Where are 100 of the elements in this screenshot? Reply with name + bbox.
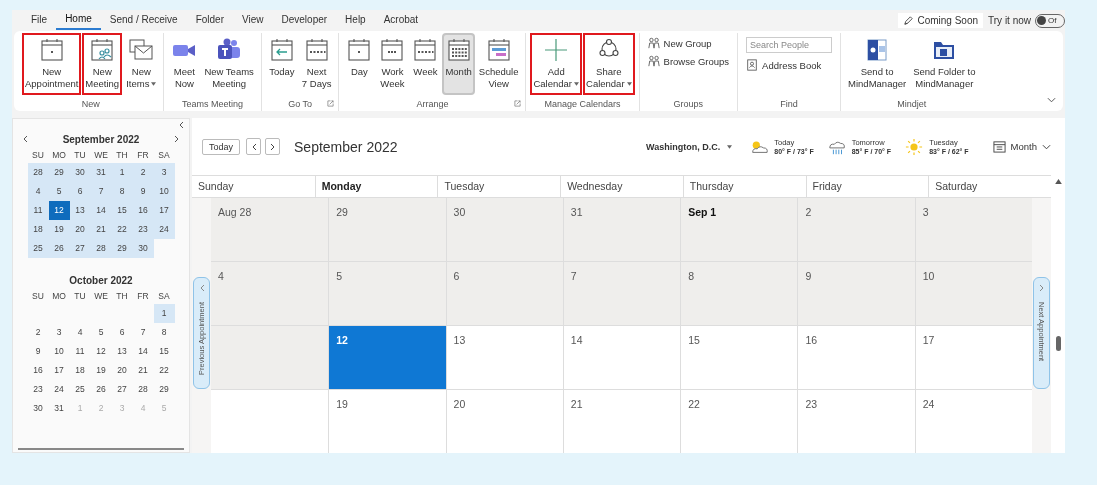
date-cell[interactable]: 17 xyxy=(153,201,175,220)
date-cell[interactable]: 30 xyxy=(132,239,154,258)
date-cell[interactable]: 31 xyxy=(48,399,70,418)
collapse-icon[interactable] xyxy=(178,121,184,129)
date-cell[interactable]: 7 xyxy=(90,182,112,201)
ribbon-button[interactable]: Month xyxy=(442,33,475,95)
next-icon[interactable] xyxy=(174,135,180,143)
date-cell[interactable]: 8 xyxy=(111,182,133,201)
date-cell[interactable]: 15 xyxy=(153,342,175,361)
location-dropdown[interactable]: Washington, D.C. xyxy=(646,141,733,152)
date-cell[interactable]: 30 xyxy=(27,399,49,418)
date-cell[interactable]: 26 xyxy=(90,380,112,399)
date-cell[interactable]: 14 xyxy=(132,342,154,361)
day-cell[interactable]: Aug 28 xyxy=(211,198,329,261)
date-cell[interactable]: 23 xyxy=(132,220,154,239)
day-cell[interactable]: Sep 1 xyxy=(680,198,798,261)
ribbon-button[interactable]: Meet Now xyxy=(168,33,201,95)
day-cell[interactable]: 8 xyxy=(680,262,798,325)
date-cell[interactable]: 3 xyxy=(48,323,70,342)
day-cell[interactable]: 5 xyxy=(328,262,446,325)
date-cell[interactable]: 4 xyxy=(27,182,49,201)
previous-button[interactable] xyxy=(246,138,262,155)
day-cell[interactable]: 2 xyxy=(797,198,915,261)
date-cell[interactable]: 27 xyxy=(69,239,91,258)
day-cell[interactable]: 31 xyxy=(562,198,681,261)
ribbon-tab[interactable]: Help xyxy=(336,12,375,29)
date-cell[interactable]: 24 xyxy=(153,220,175,239)
date-cell[interactable]: 22 xyxy=(153,361,175,380)
date-cell[interactable]: 29 xyxy=(153,380,175,399)
date-cell[interactable]: 21 xyxy=(132,361,154,380)
date-cell[interactable]: 25 xyxy=(69,380,91,399)
date-cell[interactable]: 14 xyxy=(90,201,112,220)
ribbon-tab[interactable]: View xyxy=(233,12,273,29)
scrollbar-thumb[interactable] xyxy=(1055,336,1061,351)
ribbon-tab[interactable]: File xyxy=(22,12,57,29)
date-cell[interactable]: 17 xyxy=(48,361,70,380)
date-cell[interactable]: 21 xyxy=(90,220,112,239)
day-cell[interactable]: 29 xyxy=(328,198,446,261)
scroll-up-icon[interactable] xyxy=(1054,179,1062,184)
date-cell[interactable]: 10 xyxy=(48,342,70,361)
ribbon-button[interactable]: New Appointment xyxy=(22,33,82,95)
day-cell[interactable]: 7 xyxy=(562,262,681,325)
date-cell[interactable]: 16 xyxy=(132,201,154,220)
date-cell[interactable]: 24 xyxy=(48,380,70,399)
ribbon-tab[interactable]: Send / Receive xyxy=(100,12,187,29)
date-cell[interactable]: 15 xyxy=(111,201,133,220)
previous-icon[interactable] xyxy=(22,135,28,143)
date-cell[interactable]: 9 xyxy=(27,342,49,361)
ribbon-button[interactable]: Day xyxy=(343,33,376,95)
day-cell[interactable] xyxy=(211,326,329,389)
ribbon-button[interactable]: Work Week xyxy=(376,33,409,95)
ribbon-button[interactable]: Schedule View xyxy=(475,33,522,95)
day-cell[interactable]: 6 xyxy=(445,262,563,325)
date-cell[interactable]: 2 xyxy=(27,323,49,342)
ribbon-button[interactable]: Week xyxy=(409,33,442,95)
date-cell[interactable]: 6 xyxy=(111,323,133,342)
date-cell[interactable]: 30 xyxy=(69,163,91,182)
launcher-icon[interactable] xyxy=(514,100,522,107)
date-cell[interactable]: 4 xyxy=(69,323,91,342)
date-cell[interactable]: 10 xyxy=(153,182,175,201)
day-cell[interactable]: 4 xyxy=(211,262,329,325)
ribbon-button[interactable]: Share Calendar xyxy=(583,33,635,95)
date-cell[interactable]: 5 xyxy=(48,182,70,201)
ribbon-button[interactable]: Send Folder to MindManager xyxy=(910,33,979,95)
ribbon-button[interactable]: Next 7 Days xyxy=(298,33,335,95)
date-cell[interactable]: 31 xyxy=(90,163,112,182)
date-cell[interactable]: 25 xyxy=(27,239,49,258)
chevron-icon[interactable] xyxy=(1047,97,1056,103)
date-cell[interactable]: 2 xyxy=(132,163,154,182)
view-dropdown[interactable]: Month xyxy=(992,140,1051,153)
date-cell[interactable]: 5 xyxy=(90,323,112,342)
date-cell[interactable]: 6 xyxy=(69,182,91,201)
date-cell[interactable]: 28 xyxy=(90,239,112,258)
day-cell[interactable]: 3 xyxy=(914,198,1032,261)
date-cell[interactable]: 11 xyxy=(69,342,91,361)
day-cell[interactable]: 12 xyxy=(328,326,446,389)
ribbon-tab[interactable]: Folder xyxy=(186,12,233,29)
day-cell[interactable]: 30 xyxy=(445,198,563,261)
day-cell[interactable]: 10 xyxy=(914,262,1032,325)
ribbon-button[interactable]: Today xyxy=(265,33,298,95)
date-cell[interactable]: 7 xyxy=(132,323,154,342)
ribbon-button[interactable]: New Meeting xyxy=(82,33,123,95)
date-cell[interactable]: 18 xyxy=(27,220,49,239)
date-cell[interactable]: 28 xyxy=(132,380,154,399)
ribbon-small-button[interactable]: Address Book xyxy=(746,59,833,71)
ribbon-small-button[interactable]: New Group xyxy=(647,37,730,49)
ribbon-tab[interactable]: Developer xyxy=(272,12,337,29)
next-button[interactable] xyxy=(265,138,281,155)
ribbon-small-button[interactable]: Browse Groups xyxy=(647,55,730,67)
ribbon-button[interactable]: New Items xyxy=(123,33,160,95)
day-cell[interactable]: 9 xyxy=(797,262,915,325)
date-cell[interactable]: 18 xyxy=(69,361,91,380)
date-cell[interactable]: 20 xyxy=(111,361,133,380)
date-cell[interactable]: 1 xyxy=(111,163,133,182)
date-cell[interactable]: 1 xyxy=(153,304,175,323)
date-cell[interactable]: 3 xyxy=(153,163,175,182)
date-cell[interactable]: 8 xyxy=(153,323,175,342)
date-cell[interactable]: 13 xyxy=(69,201,91,220)
date-cell[interactable]: 27 xyxy=(111,380,133,399)
date-cell[interactable]: 9 xyxy=(132,182,154,201)
